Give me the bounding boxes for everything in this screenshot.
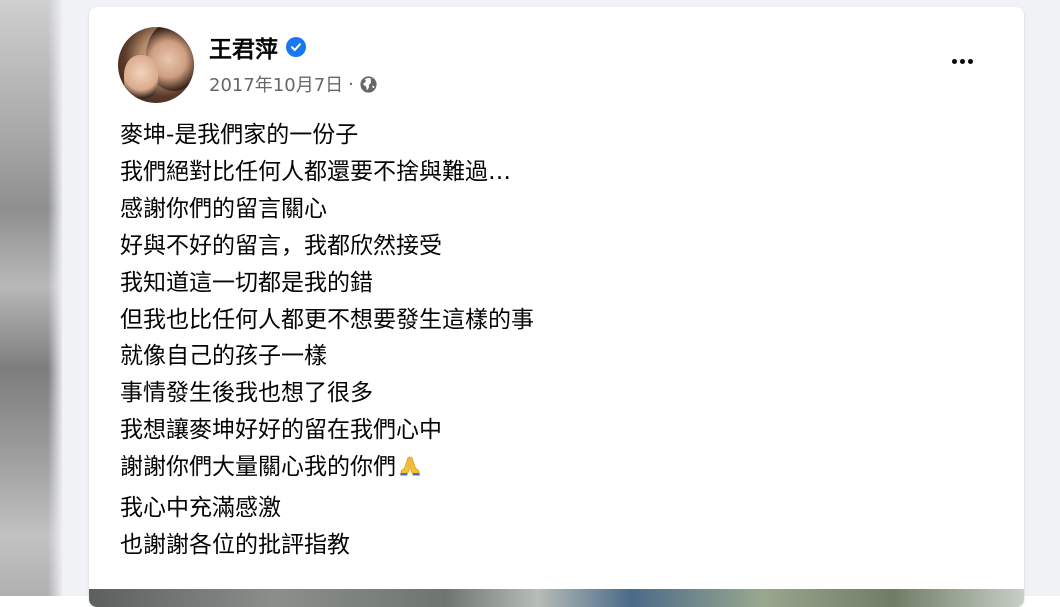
- author-header: 王君萍: [209, 30, 306, 64]
- post-line: 事情發生後我也想了很多: [120, 380, 373, 407]
- post-meta: 2017年10月7日 ·: [209, 71, 378, 97]
- author-name[interactable]: 王君萍: [209, 30, 278, 64]
- post-text: 麥坤-是我們家的一份子 我們絕對比任何人都還要不捨與難過… 感謝你們的留言關心 …: [120, 117, 1000, 564]
- post-line: 好與不好的留言，我都欣然接受: [120, 232, 442, 259]
- post-line: 我想讓麥坤好好的留在我們心中: [120, 417, 442, 444]
- blurred-background: [0, 0, 62, 596]
- post-line: 謝謝你們大量關心我的你們: [120, 454, 396, 481]
- post-line-with-emoji: 謝謝你們大量關心我的你們: [120, 449, 1000, 490]
- post-line: 我心中充滿感激: [120, 495, 281, 522]
- avatar[interactable]: [118, 27, 194, 103]
- post-line: 我們絕對比任何人都還要不捨與難過…: [120, 158, 511, 185]
- meta-separator: ·: [348, 73, 354, 95]
- post-date[interactable]: 2017年10月7日: [209, 71, 343, 97]
- post-card: 王君萍 2017年10月7日 · 麥坤-是我們家的一份子 我們絕對比任何人都還要…: [89, 7, 1024, 607]
- verified-badge-icon: [286, 37, 306, 57]
- post-line: 就像自己的孩子一樣: [120, 343, 327, 370]
- post-line: 也謝謝各位的批評指教: [120, 531, 350, 558]
- globe-icon[interactable]: [359, 75, 378, 94]
- folded-hands-emoji: [398, 453, 422, 490]
- post-line: 感謝你們的留言關心: [120, 195, 327, 222]
- more-options-icon[interactable]: [944, 47, 980, 75]
- post-photo[interactable]: [89, 589, 1024, 607]
- post-line: 麥坤-是我們家的一份子: [120, 122, 359, 148]
- post-line: 但我也比任何人都更不想要發生這樣的事: [120, 306, 534, 333]
- post-line: 我知道這一切都是我的錯: [120, 269, 373, 296]
